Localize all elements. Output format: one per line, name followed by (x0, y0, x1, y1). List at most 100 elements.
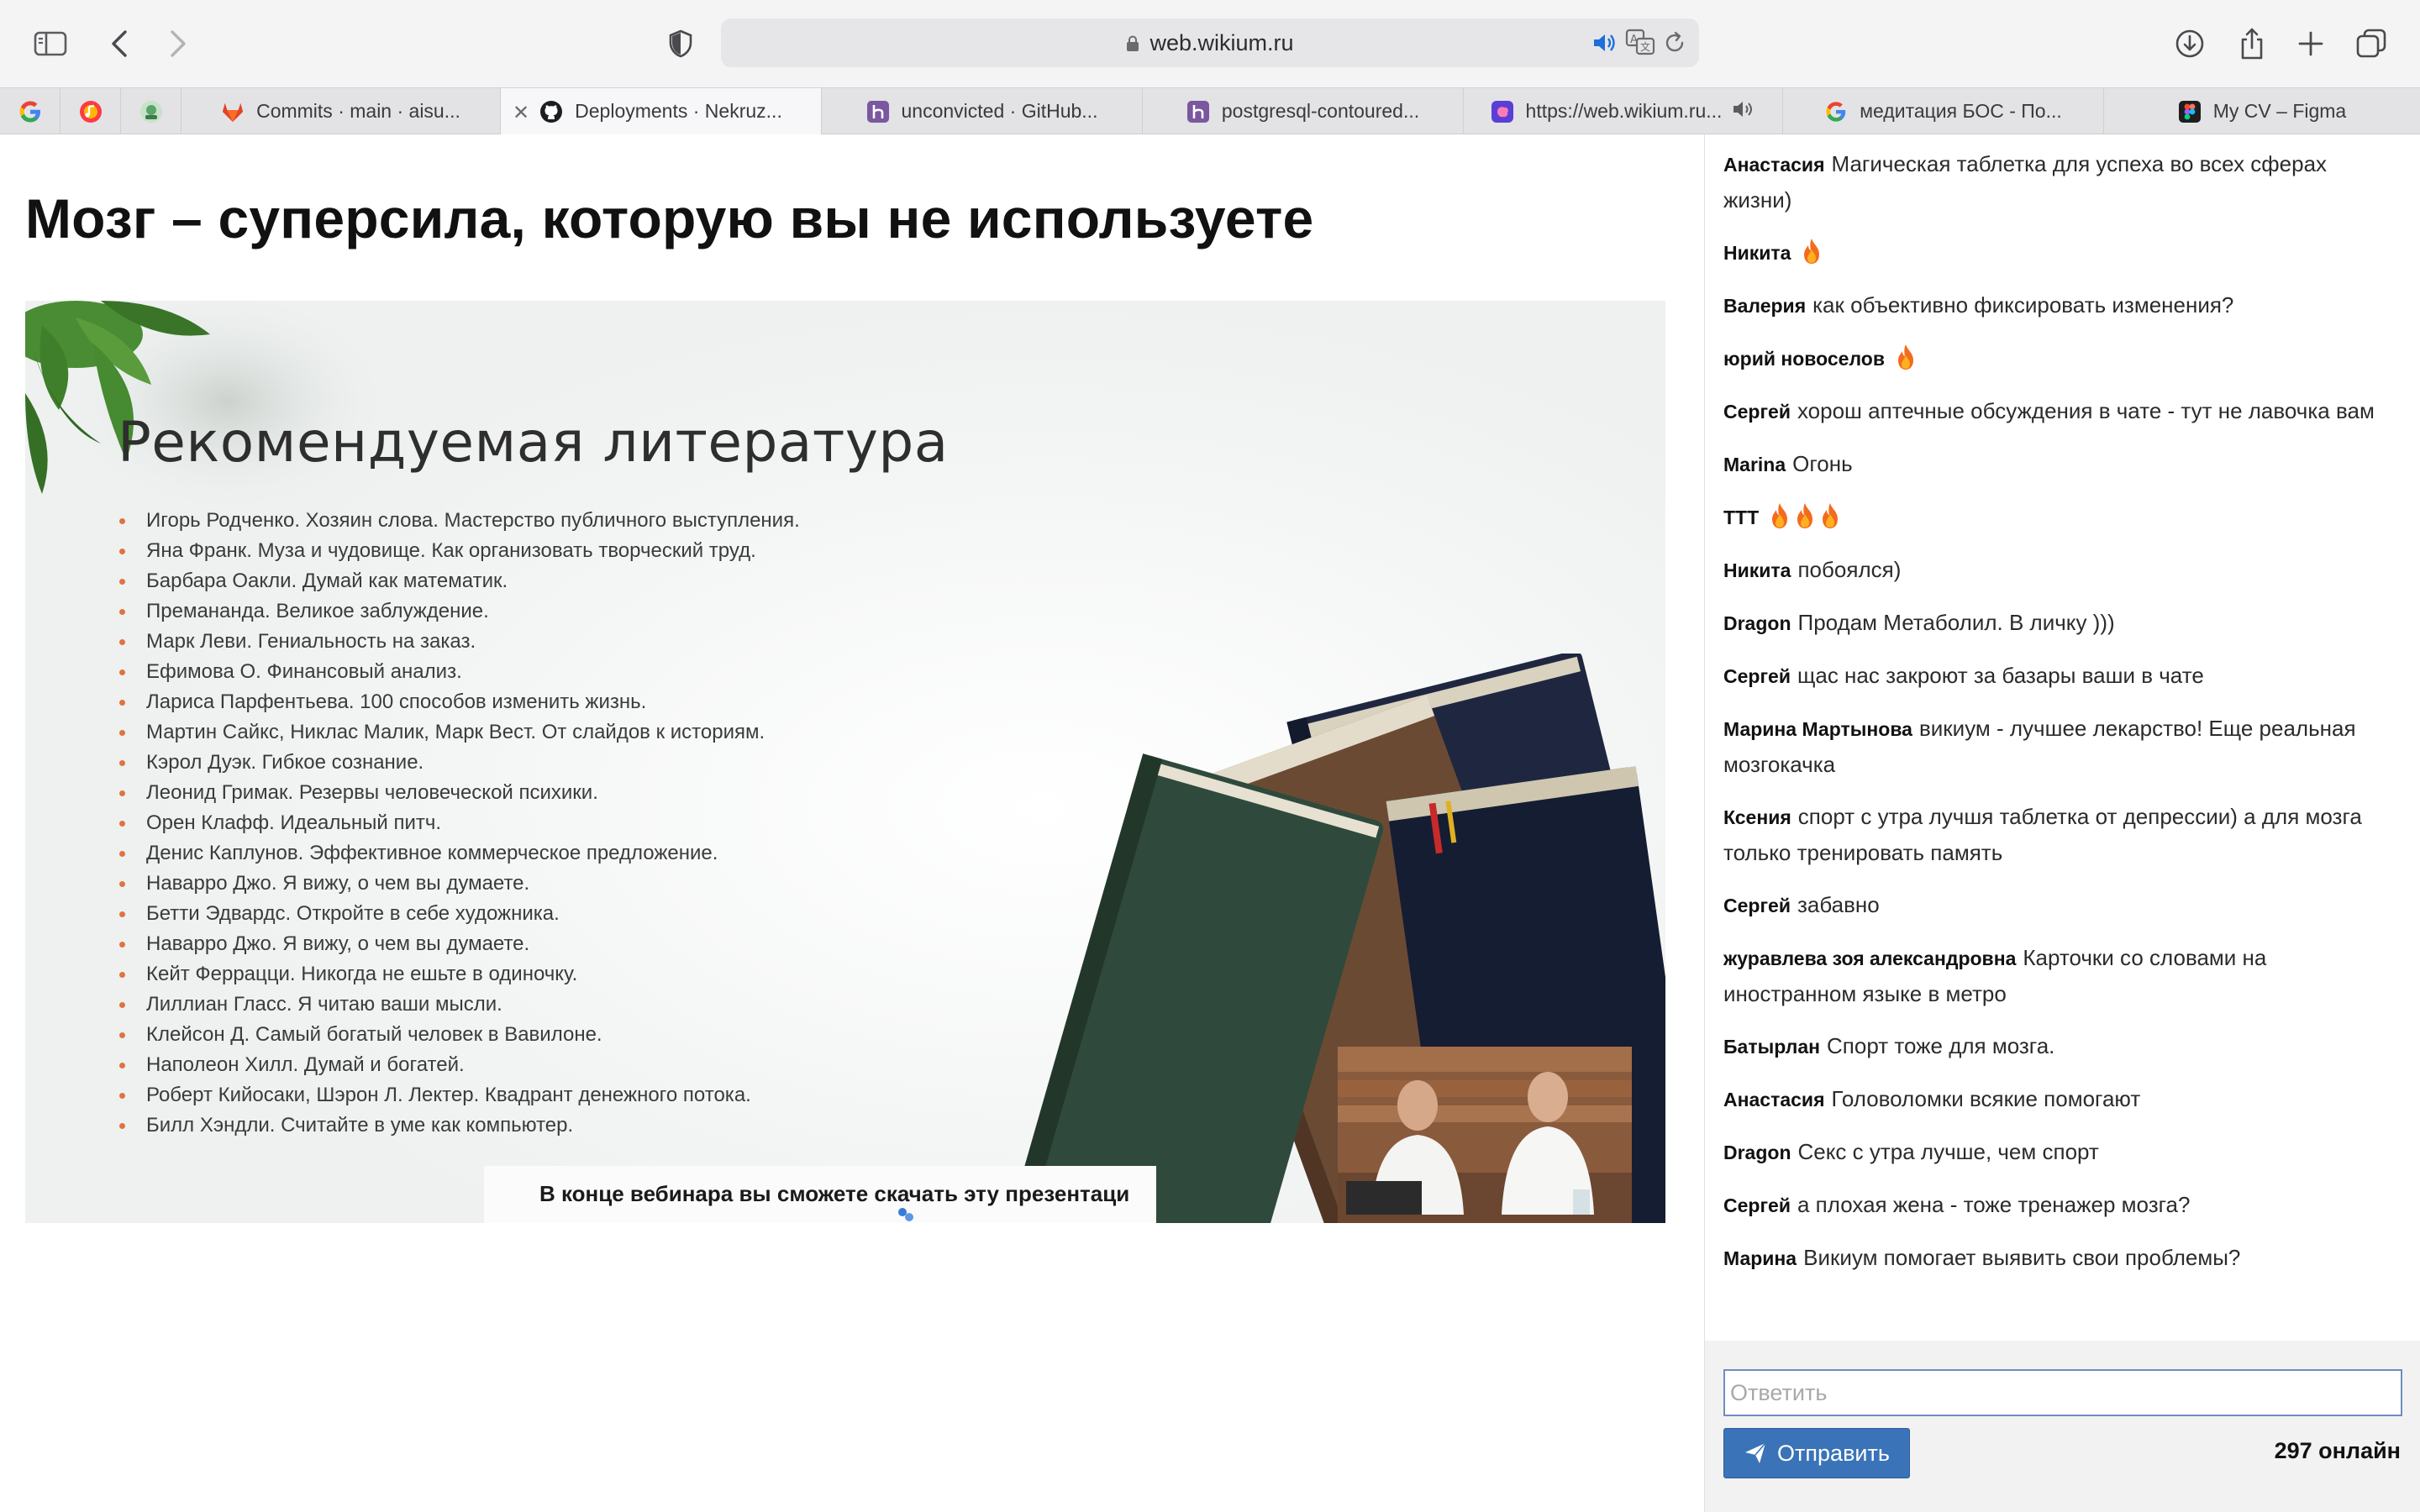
chat-message-text: Секс с утра лучше, чем спорт (1797, 1139, 2099, 1164)
list-item: Наварро Джо. Я вижу, о чем вы думаете. (119, 929, 800, 959)
tab-label: медитация БОС - По... (1860, 100, 2062, 122)
pinned-tab-app[interactable] (121, 88, 182, 134)
chat-message: Dragon Секс с утра лучше, чем спорт (1723, 1134, 2396, 1170)
tab-label: Deployments · Nekruz... (575, 100, 782, 122)
list-item: Мартин Сайкс, Никлас Малик, Марк Вест. О… (119, 717, 800, 748)
forward-icon[interactable] (153, 18, 203, 69)
pinned-tab-google[interactable] (0, 88, 60, 134)
list-item: Марк Леви. Гениальность на заказ. (119, 627, 800, 657)
chat-message-author[interactable]: ТТТ (1723, 507, 1759, 528)
tab-strip: Commits · main · aisu... ✕ Deployments ·… (0, 87, 2420, 134)
chat-message-author[interactable]: Никита (1723, 559, 1791, 581)
chat-message-text: хорош аптечные обсуждения в чате - тут н… (1797, 398, 2375, 423)
chat-message: Dragon Продам Метаболил. В личку ))) (1723, 605, 2396, 641)
presenter-video-frame (1338, 1047, 1632, 1223)
chat-message: Сергей хорош аптечные обсуждения в чате -… (1723, 393, 2396, 429)
music-app-icon (79, 100, 102, 123)
new-tab-icon[interactable] (2286, 18, 2336, 69)
chat-message-author[interactable]: Анастасия (1723, 154, 1825, 176)
address-bar[interactable]: web.wikium.ru A文 (721, 18, 1699, 67)
wikium-icon (1491, 100, 1514, 123)
chat-message-text: Головоломки всякие помогают (1831, 1086, 2141, 1111)
translate-icon[interactable]: A文 (1625, 29, 1655, 61)
chat-message-author[interactable]: Marina (1723, 454, 1786, 475)
chat-message-author[interactable]: Анастасия (1723, 1089, 1825, 1110)
chat-message-author[interactable]: Сергей (1723, 895, 1791, 916)
chat-message-author[interactable]: Валерия (1723, 295, 1806, 317)
fire-emoji-icon (1801, 238, 1823, 265)
github-icon (539, 100, 563, 123)
chat-message-author[interactable]: Dragon (1723, 612, 1791, 634)
chat-message-text: Викиум помогает выявить свои проблемы? (1803, 1245, 2241, 1270)
browser-toolbar: web.wikium.ru A文 (0, 0, 2420, 87)
fire-emoji-icon (1794, 502, 1816, 529)
slide-heading: Рекомендуемая литература (118, 410, 949, 475)
chat-message-author[interactable]: юрий новоселов (1723, 348, 1885, 370)
send-button-label: Отправить (1777, 1440, 1890, 1466)
list-item: Барбара Оакли. Думай как математик. (119, 566, 800, 596)
tab-wikium[interactable]: https://web.wikium.ru... (1464, 88, 1783, 134)
chat-message-author[interactable]: Сергей (1723, 1194, 1791, 1216)
tab-figma[interactable]: My CV – Figma (2104, 88, 2420, 134)
url-text: web.wikium.ru (1150, 30, 1294, 55)
back-icon[interactable] (94, 18, 145, 69)
chat-message-text: спорт с утра лучшя таблетка от депрессии… (1723, 804, 2362, 865)
chat-footer: Отправить 297 онлайн (1705, 1341, 2420, 1512)
tab-postgresql[interactable]: postgresql-contoured... (1143, 88, 1464, 134)
chat-message-author[interactable]: журавлева зоя александровна (1723, 948, 2016, 969)
tab-google-meditation[interactable]: медитация БОС - По... (1783, 88, 2104, 134)
chat-message-author[interactable]: Батырлан (1723, 1036, 1820, 1058)
heroku-icon (1186, 100, 1210, 123)
loading-icon (898, 1208, 913, 1221)
chat-message-author[interactable]: Марина (1723, 1247, 1797, 1269)
close-tab-icon[interactable]: ✕ (513, 101, 529, 125)
share-icon[interactable] (2227, 18, 2277, 69)
tab-gitlab-commits[interactable]: Commits · main · aisu... (182, 88, 501, 134)
privacy-shield-icon[interactable] (655, 18, 706, 69)
chat-message-author[interactable]: Марина Мартынова (1723, 718, 1912, 740)
fire-emoji-icon (1769, 502, 1791, 529)
tab-label: My CV – Figma (2212, 100, 2347, 122)
sidebar-toggle-icon[interactable] (25, 18, 76, 69)
tab-overview-icon[interactable] (2346, 18, 2396, 69)
chat-message: Сергей щас нас закроют за базары ваши в ч… (1723, 658, 2396, 694)
chat-message: Marina Огонь (1723, 446, 2396, 482)
chat-message: журавлева зоя александровна Карточки со с… (1723, 940, 2396, 1011)
tab-label: unconvicted · GitHub... (901, 100, 1098, 122)
reply-input[interactable] (1723, 1369, 2402, 1416)
chat-message: Сергей забавно (1723, 887, 2396, 923)
downloads-icon[interactable] (2165, 18, 2215, 69)
lock-icon (1127, 35, 1139, 51)
presenter-video[interactable] (1338, 1047, 1632, 1223)
chat-message-list[interactable]: Анастасия Магическая таблетка для успеха … (1723, 146, 2396, 1293)
app-icon (139, 100, 162, 123)
list-item: Наварро Джо. Я вижу, о чем вы думаете. (119, 869, 800, 899)
figma-icon (2178, 100, 2202, 123)
chat-message-author[interactable]: Dragon (1723, 1142, 1791, 1163)
chat-message: Анастасия Головоломки всякие помогают (1723, 1081, 2396, 1117)
page-title: Мозг – суперсила, которую вы не использу… (25, 187, 1314, 249)
pinned-tab-music[interactable] (60, 88, 121, 134)
slide-caption: В конце вебинара вы сможете скачать эту … (539, 1181, 1130, 1206)
google-icon (19, 101, 40, 122)
chat-message-author[interactable]: Сергей (1723, 401, 1791, 423)
google-icon (1824, 100, 1848, 123)
chat-message-author[interactable]: Никита (1723, 242, 1791, 264)
chat-message: ТТТ (1723, 499, 2396, 535)
url-field[interactable]: web.wikium.ru (721, 18, 1699, 67)
online-count: 297 онлайн (2274, 1438, 2401, 1463)
list-item: Яна Франк. Муза и чудовище. Как организо… (119, 536, 800, 566)
chat-message: Батырлан Спорт тоже для мозга. (1723, 1028, 2396, 1064)
tab-github-deployments[interactable]: ✕ Deployments · Nekruz... (501, 88, 822, 134)
tab-audio-icon[interactable] (1732, 99, 1755, 124)
speaker-icon[interactable] (1591, 30, 1617, 60)
chat-message-author[interactable]: Сергей (1723, 665, 1791, 687)
send-button[interactable]: Отправить (1723, 1428, 1910, 1478)
list-item: Билл Хэндли. Считайте в уме как компьюте… (119, 1110, 800, 1141)
book-list: Игорь Родченко. Хозяин слова. Мастерство… (119, 506, 800, 1141)
tab-github-unconvicted[interactable]: unconvicted · GitHub... (822, 88, 1143, 134)
fire-emoji-icon (1819, 502, 1841, 529)
chat-message-author[interactable]: Ксения (1723, 806, 1791, 828)
reload-icon[interactable] (1662, 30, 1687, 60)
chat-message: Валерия как объективно фиксировать измене… (1723, 287, 2396, 323)
